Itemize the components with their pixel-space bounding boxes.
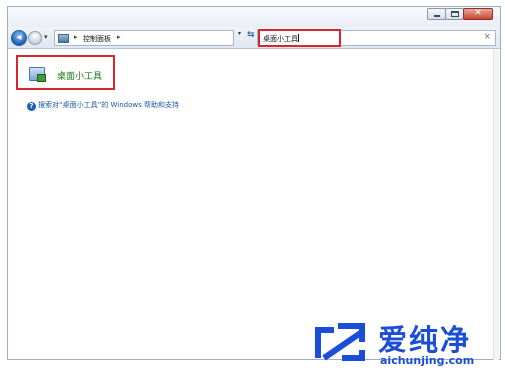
watermark: 爱纯净 aichunjing.com [306, 316, 502, 372]
result-title[interactable]: 桌面小工具 [57, 69, 102, 82]
caption-buttons: ✕ [427, 8, 493, 20]
windows-help-link[interactable]: ? 搜索对“桌面小工具”的 Windows 帮助和支持 [27, 100, 179, 111]
watermark-logo-icon [315, 323, 365, 361]
address-dropdown-icon[interactable]: ▾ [238, 30, 241, 37]
maximize-button[interactable] [445, 8, 464, 20]
recent-pages-button[interactable]: ▾ [44, 32, 52, 42]
help-link-text[interactable]: 搜索对“桌面小工具”的 Windows 帮助和支持 [38, 101, 179, 109]
control-panel-icon [58, 34, 69, 43]
minimize-button[interactable] [427, 8, 446, 20]
vertical-scrollbar[interactable] [493, 50, 499, 360]
title-bar: ✕ [8, 7, 500, 27]
breadcrumb-trailing-separator[interactable]: ▸ [117, 33, 121, 41]
address-bar[interactable]: ▸ 控制面板 ▸ [54, 30, 234, 46]
refresh-icon[interactable]: ⇆ [247, 30, 255, 40]
forward-button[interactable] [28, 31, 42, 45]
watermark-url: aichunjing.com [380, 354, 475, 367]
chevron-down-icon: ▾ [44, 33, 48, 41]
maximize-icon [451, 11, 459, 17]
watermark-text: 爱纯净 [378, 323, 472, 357]
close-icon: ✕ [474, 8, 482, 18]
clear-search-icon[interactable]: × [483, 32, 491, 42]
breadcrumb-control-panel[interactable]: 控制面板 [83, 34, 111, 44]
help-icon: ? [27, 102, 36, 111]
control-panel-window: ✕ ◂ ▾ ▸ 控制面板 ▸ ▾ ⇆ 桌面小工具 × 桌面小工具 ? 搜索对“桌面… [7, 6, 501, 360]
desktop-gadgets-icon [29, 67, 46, 82]
close-button[interactable]: ✕ [463, 8, 493, 20]
search-highlight-box [258, 29, 341, 47]
back-arrow-icon: ◂ [16, 32, 22, 43]
breadcrumb-separator[interactable]: ▸ [74, 33, 78, 41]
back-button[interactable]: ◂ [11, 30, 27, 46]
minimize-icon [434, 15, 440, 17]
